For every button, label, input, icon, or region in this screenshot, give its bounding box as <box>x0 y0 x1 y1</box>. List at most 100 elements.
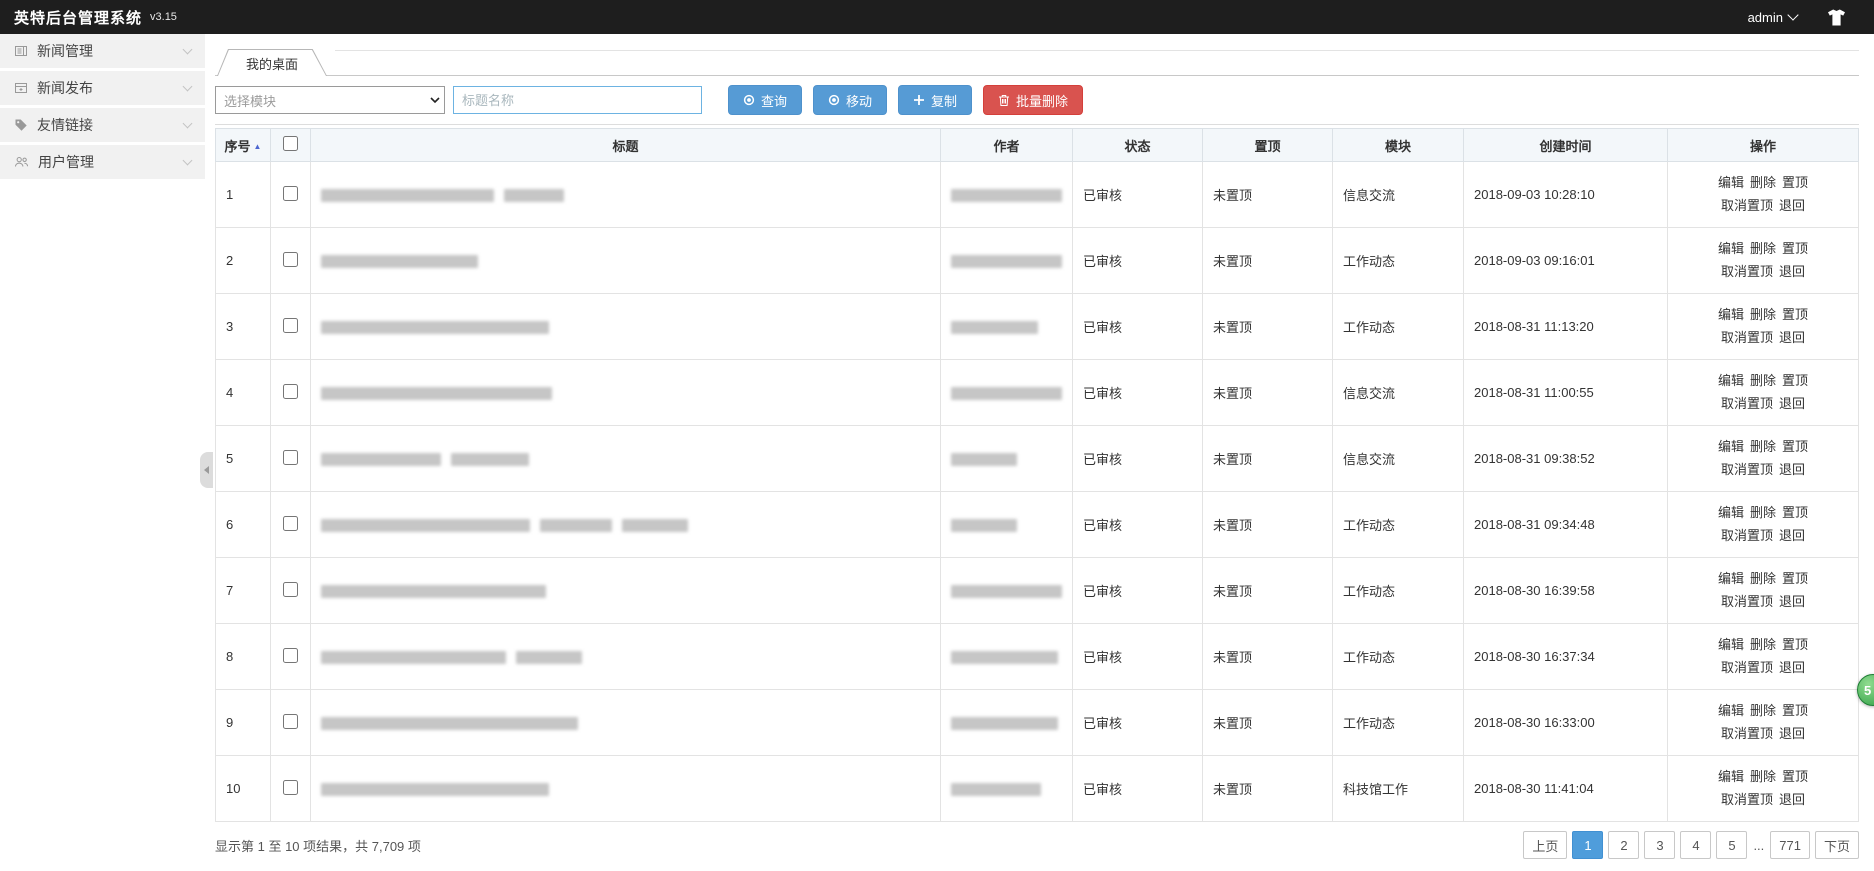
row-action[interactable]: 删除 <box>1750 505 1776 520</box>
row-action[interactable]: 置顶 <box>1782 241 1808 256</box>
batch-delete-button[interactable]: 批量删除 <box>983 85 1083 115</box>
row-checkbox[interactable] <box>283 582 298 597</box>
col-created[interactable]: 创建时间 <box>1464 129 1668 162</box>
copy-button[interactable]: 复制 <box>898 85 972 115</box>
row-action[interactable]: 退回 <box>1779 594 1805 609</box>
sidebar-item[interactable]: 新闻管理 <box>0 34 205 71</box>
page-next-button[interactable]: 下页 <box>1815 831 1859 859</box>
redacted-title-text <box>516 651 582 664</box>
row-action[interactable]: 取消置顶 <box>1721 462 1773 477</box>
theme-shirt-icon[interactable] <box>1827 9 1846 26</box>
row-action[interactable]: 退回 <box>1779 462 1805 477</box>
row-checkbox[interactable] <box>283 648 298 663</box>
row-action[interactable]: 置顶 <box>1782 439 1808 454</box>
row-action[interactable]: 编辑 <box>1718 241 1744 256</box>
title-search-input[interactable] <box>453 86 702 114</box>
sidebar-item[interactable]: 新闻发布 <box>0 71 205 108</box>
row-checkbox[interactable] <box>283 186 298 201</box>
page-prev-button[interactable]: 上页 <box>1523 831 1567 859</box>
row-action[interactable]: 取消置顶 <box>1721 660 1773 675</box>
select-all-checkbox[interactable] <box>283 136 298 151</box>
row-action[interactable]: 退回 <box>1779 198 1805 213</box>
sidebar-item[interactable]: 用户管理 <box>0 145 205 182</box>
row-action[interactable]: 取消置顶 <box>1721 330 1773 345</box>
row-action[interactable]: 删除 <box>1750 373 1776 388</box>
row-action[interactable]: 取消置顶 <box>1721 726 1773 741</box>
row-action[interactable]: 编辑 <box>1718 703 1744 718</box>
query-button[interactable]: 查询 <box>728 85 802 115</box>
row-action[interactable]: 编辑 <box>1718 571 1744 586</box>
row-checkbox[interactable] <box>283 714 298 729</box>
row-action[interactable]: 置顶 <box>1782 175 1808 190</box>
row-action[interactable]: 取消置顶 <box>1721 792 1773 807</box>
row-checkbox[interactable] <box>283 516 298 531</box>
row-action[interactable]: 退回 <box>1779 660 1805 675</box>
row-action[interactable]: 取消置顶 <box>1721 594 1773 609</box>
row-action[interactable]: 删除 <box>1750 175 1776 190</box>
page-button-5[interactable]: 5 <box>1716 831 1747 859</box>
module-select[interactable]: 选择模块 <box>215 86 445 114</box>
sidebar-collapse-handle[interactable] <box>200 452 213 488</box>
row-checkbox[interactable] <box>283 780 298 795</box>
redacted-title-text <box>504 189 564 202</box>
tab-my-desktop[interactable]: 我的桌面 <box>217 49 327 76</box>
row-action[interactable]: 退回 <box>1779 528 1805 543</box>
col-module[interactable]: 模块 <box>1333 129 1464 162</box>
row-action[interactable]: 编辑 <box>1718 637 1744 652</box>
page-button-2[interactable]: 2 <box>1608 831 1639 859</box>
row-action[interactable]: 置顶 <box>1782 703 1808 718</box>
row-action[interactable]: 置顶 <box>1782 505 1808 520</box>
row-pinned: 未置顶 <box>1203 228 1333 294</box>
row-action[interactable]: 删除 <box>1750 241 1776 256</box>
row-operations: 编辑删除置顶 取消置顶退回 <box>1668 162 1859 228</box>
page-button-3[interactable]: 3 <box>1644 831 1675 859</box>
row-action[interactable]: 取消置顶 <box>1721 198 1773 213</box>
move-button[interactable]: 移动 <box>813 85 887 115</box>
row-action[interactable]: 取消置顶 <box>1721 264 1773 279</box>
row-action[interactable]: 取消置顶 <box>1721 528 1773 543</box>
row-action[interactable]: 编辑 <box>1718 769 1744 784</box>
col-title[interactable]: 标题 <box>311 129 941 162</box>
page-button-1[interactable]: 1 <box>1572 831 1603 859</box>
row-action[interactable]: 退回 <box>1779 396 1805 411</box>
row-action[interactable]: 删除 <box>1750 571 1776 586</box>
col-pinned[interactable]: 置顶 <box>1203 129 1333 162</box>
row-action[interactable]: 退回 <box>1779 792 1805 807</box>
row-action[interactable]: 编辑 <box>1718 373 1744 388</box>
row-action[interactable]: 编辑 <box>1718 175 1744 190</box>
row-select-cell <box>271 624 311 690</box>
row-checkbox[interactable] <box>283 384 298 399</box>
sidebar-item[interactable]: 友情链接 <box>0 108 205 145</box>
page-button-last[interactable]: 771 <box>1770 831 1810 859</box>
row-status: 已审核 <box>1073 162 1203 228</box>
row-checkbox[interactable] <box>283 318 298 333</box>
row-title-redacted <box>311 558 941 624</box>
redacted-author-text <box>951 519 1017 532</box>
row-action[interactable]: 编辑 <box>1718 439 1744 454</box>
news-icon <box>14 44 28 58</box>
row-action[interactable]: 置顶 <box>1782 373 1808 388</box>
row-action[interactable]: 删除 <box>1750 769 1776 784</box>
row-action[interactable]: 编辑 <box>1718 307 1744 322</box>
row-checkbox[interactable] <box>283 252 298 267</box>
sidebar-menu: 新闻管理 新闻发布 友情链接 用户管理 <box>0 34 205 871</box>
row-checkbox[interactable] <box>283 450 298 465</box>
page-button-4[interactable]: 4 <box>1680 831 1711 859</box>
col-author[interactable]: 作者 <box>941 129 1073 162</box>
row-action[interactable]: 删除 <box>1750 307 1776 322</box>
row-action[interactable]: 删除 <box>1750 637 1776 652</box>
row-action[interactable]: 退回 <box>1779 264 1805 279</box>
row-action[interactable]: 退回 <box>1779 726 1805 741</box>
row-action[interactable]: 退回 <box>1779 330 1805 345</box>
row-action[interactable]: 置顶 <box>1782 571 1808 586</box>
col-status[interactable]: 状态 <box>1073 129 1203 162</box>
row-action[interactable]: 置顶 <box>1782 637 1808 652</box>
col-index[interactable]: 序号▲ <box>216 129 271 162</box>
row-action[interactable]: 编辑 <box>1718 505 1744 520</box>
row-action[interactable]: 删除 <box>1750 703 1776 718</box>
row-action[interactable]: 删除 <box>1750 439 1776 454</box>
row-action[interactable]: 取消置顶 <box>1721 396 1773 411</box>
user-menu[interactable]: admin <box>1748 10 1797 25</box>
row-action[interactable]: 置顶 <box>1782 769 1808 784</box>
row-action[interactable]: 置顶 <box>1782 307 1808 322</box>
